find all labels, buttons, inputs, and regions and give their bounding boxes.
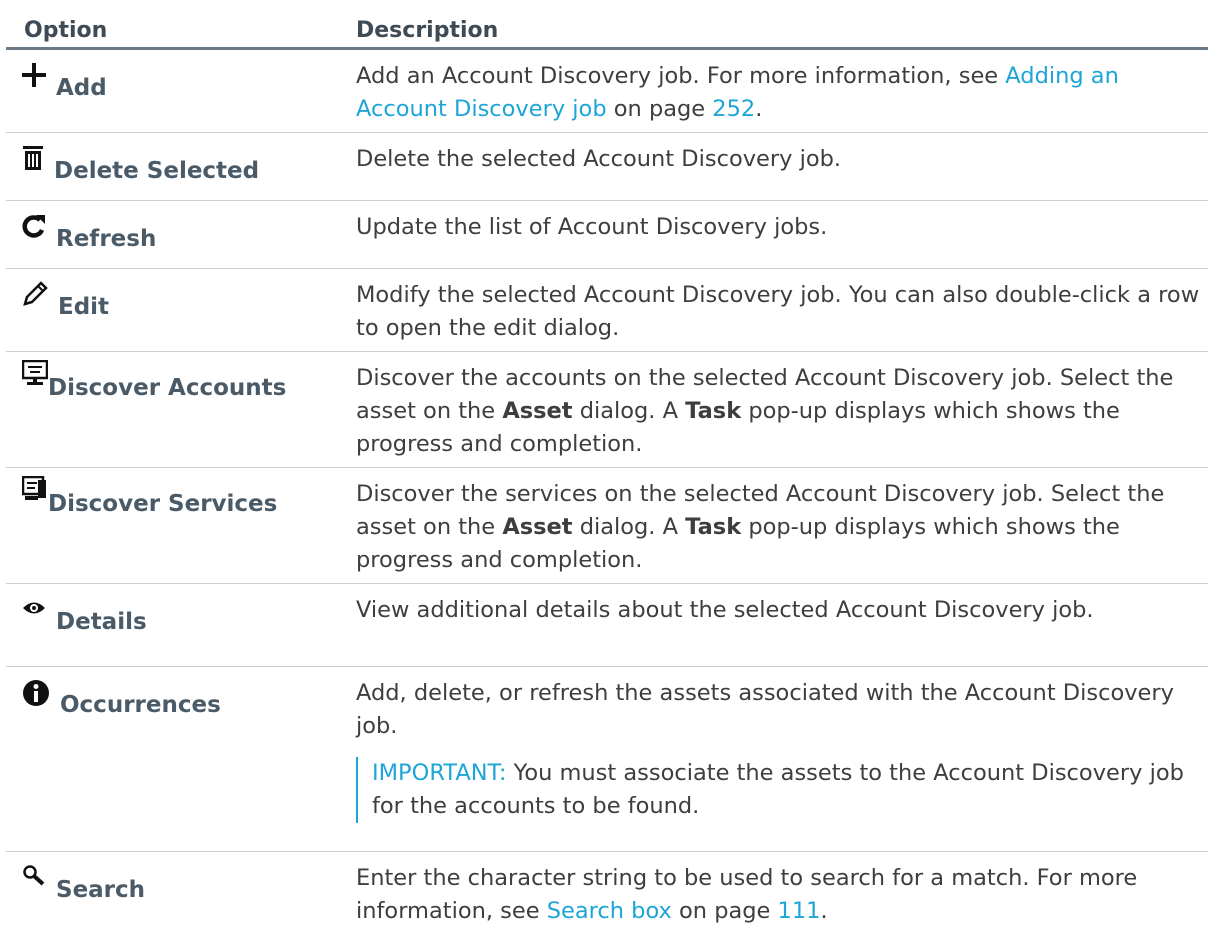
trash-icon xyxy=(22,145,44,180)
description: Delete the selected Account Discovery jo… xyxy=(356,146,842,172)
option-search: Search xyxy=(22,864,342,906)
option-occurrences: Occurrences xyxy=(22,679,342,721)
description: Add, delete, or refresh the assets assoc… xyxy=(356,677,1201,823)
refresh-icon xyxy=(22,213,46,248)
monitor-services-icon xyxy=(21,475,48,511)
search-icon xyxy=(22,864,46,897)
important-note: IMPORTANT: You must associate the assets… xyxy=(356,757,1201,823)
description: Discover the accounts on the selected Ac… xyxy=(356,365,1174,457)
table-row-details: Details View additional details about th… xyxy=(6,584,1208,667)
description: Enter the character string to be used to… xyxy=(356,865,1138,924)
table-row-search: Search Enter the character string to be … xyxy=(6,852,1208,942)
task-bold: Task xyxy=(685,514,742,540)
description: View additional details about the select… xyxy=(356,597,1094,623)
link-page-111[interactable]: 111 xyxy=(778,898,821,924)
table-row-delete: Delete Selected Delete the selected Acco… xyxy=(6,133,1208,201)
monitor-icon xyxy=(21,359,49,395)
options-table: Option Description Add Add an Account Di… xyxy=(6,0,1208,942)
option-label: Delete Selected xyxy=(54,158,260,184)
link-page-252[interactable]: 252 xyxy=(712,96,755,122)
asset-bold: Asset xyxy=(502,398,573,424)
description: Update the list of Account Discovery job… xyxy=(356,214,828,240)
table-row-occurrences: Occurrences Add, delete, or refresh the … xyxy=(6,667,1208,852)
option-label: Occurrences xyxy=(60,692,221,718)
table-row-refresh: Refresh Update the list of Account Disco… xyxy=(6,201,1208,269)
option-discover-services: Discover Services xyxy=(21,475,342,520)
option-label: Discover Services xyxy=(48,491,278,517)
task-bold: Task xyxy=(685,398,742,424)
description: Discover the services on the selected Ac… xyxy=(356,481,1165,573)
eye-icon xyxy=(22,596,46,628)
option-label: Details xyxy=(56,609,147,635)
description: Add an Account Discovery job. For more i… xyxy=(356,63,1119,122)
option-refresh: Refresh xyxy=(22,213,342,255)
option-discover-accounts: Discover Accounts xyxy=(21,359,342,404)
asset-bold: Asset xyxy=(502,514,573,540)
info-icon xyxy=(22,679,50,716)
option-details: Details xyxy=(22,596,342,638)
option-label: Search xyxy=(56,877,146,903)
table-row-add: Add Add an Account Discovery job. For mo… xyxy=(6,50,1208,133)
option-label: Discover Accounts xyxy=(48,375,287,401)
option-label: Edit xyxy=(58,294,110,320)
pencil-icon xyxy=(22,281,48,316)
option-add: Add xyxy=(22,62,342,104)
header-option: Option xyxy=(24,18,108,43)
table-row-edit: Edit Modify the selected Account Discove… xyxy=(6,269,1208,352)
table-header: Option Description xyxy=(6,0,1208,50)
header-description: Description xyxy=(356,18,499,43)
desc-text: on page xyxy=(613,96,706,122)
important-label: IMPORTANT: xyxy=(372,760,507,786)
table-row-discover-accounts: Discover Accounts Discover the accounts … xyxy=(6,352,1208,468)
desc-text: Add an Account Discovery job. For more i… xyxy=(356,63,999,89)
option-label: Refresh xyxy=(56,226,157,252)
link-search-box[interactable]: Search box xyxy=(547,898,672,924)
plus-icon xyxy=(22,62,46,97)
option-delete-selected: Delete Selected xyxy=(22,145,342,187)
description: Modify the selected Account Discovery jo… xyxy=(356,282,1200,341)
option-edit: Edit xyxy=(22,281,342,323)
option-label: Add xyxy=(56,75,107,101)
table-row-discover-services: Discover Services Discover the services … xyxy=(6,468,1208,584)
